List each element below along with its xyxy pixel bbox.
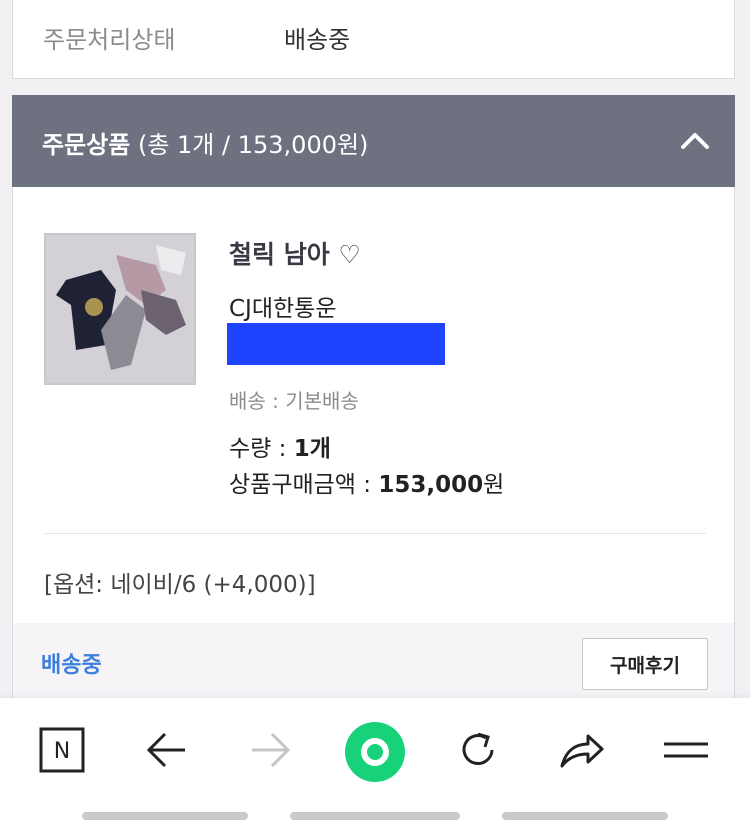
product-name[interactable]: 철릭 남아 ♡ (229, 235, 361, 271)
share-button[interactable] (552, 722, 612, 778)
back-arrow-icon (146, 732, 185, 768)
menu-button[interactable] (656, 722, 716, 778)
product-option: [옵션: 네이비/6 (+4,000)] (44, 572, 316, 598)
purchase-amount-value: 153,000 (378, 472, 484, 498)
collapse-button[interactable] (675, 121, 715, 161)
order-status-value: 배송중 (284, 26, 351, 54)
naver-home-button[interactable]: N (32, 722, 92, 778)
shipping-method: 배송 : 기본배송 (229, 389, 359, 413)
purchase-amount: 상품구매금액 : 153,000원 (229, 465, 504, 499)
chevron-up-icon (681, 133, 709, 149)
purchase-amount-unit: 원 (483, 472, 505, 498)
gesture-bar-left (82, 812, 248, 820)
gesture-bar-right (502, 812, 668, 820)
naver-n-text: N (54, 739, 70, 764)
forward-arrow-icon (252, 732, 291, 768)
order-status-card: 주문처리상태 배송중 (12, 0, 735, 79)
naver-n-icon: N (39, 727, 85, 773)
purchase-amount-label: 상품구매금액 : (229, 472, 379, 498)
order-detail-page: 주문처리상태 배송중 주문상품 (총 1개 / 153,000원) 철릭 남아 … (0, 0, 750, 834)
refresh-button[interactable] (448, 722, 508, 778)
forward-button[interactable] (240, 722, 300, 778)
back-button[interactable] (137, 722, 197, 778)
quantity-label: 수량 : (229, 436, 294, 462)
card-footer: 배송중 구매후기 (13, 623, 734, 699)
share-icon (560, 734, 604, 768)
product-card: 철릭 남아 ♡ CJ대한통운 배송 : 기본배송 수량 : 1개 상품구매금액 … (12, 187, 735, 699)
refresh-icon (462, 732, 494, 765)
order-items-title-label: 주문상품 (42, 131, 131, 159)
order-items-header[interactable]: 주문상품 (총 1개 / 153,000원) (12, 95, 735, 187)
order-items-title: 주문상품 (총 1개 / 153,000원) (42, 125, 368, 160)
delivery-status-link[interactable]: 배송중 (41, 647, 102, 679)
product-image (46, 235, 194, 383)
order-status-label: 주문처리상태 (43, 26, 176, 54)
write-review-button[interactable]: 구매후기 (582, 638, 708, 690)
green-home-button[interactable] (335, 712, 415, 792)
redacted-tracking-number (227, 323, 445, 365)
quantity: 수량 : 1개 (229, 429, 331, 463)
carrier-name: CJ대한통운 (229, 296, 337, 322)
browser-bottom-bar: N (0, 698, 750, 834)
divider (44, 533, 706, 534)
product-thumbnail[interactable] (44, 233, 196, 385)
order-items-summary: (총 1개 / 153,000원) (137, 131, 369, 159)
quantity-value: 1개 (293, 436, 331, 462)
gesture-bar-center (290, 812, 460, 820)
menu-icon (664, 742, 708, 758)
home-green-icon (345, 722, 405, 782)
